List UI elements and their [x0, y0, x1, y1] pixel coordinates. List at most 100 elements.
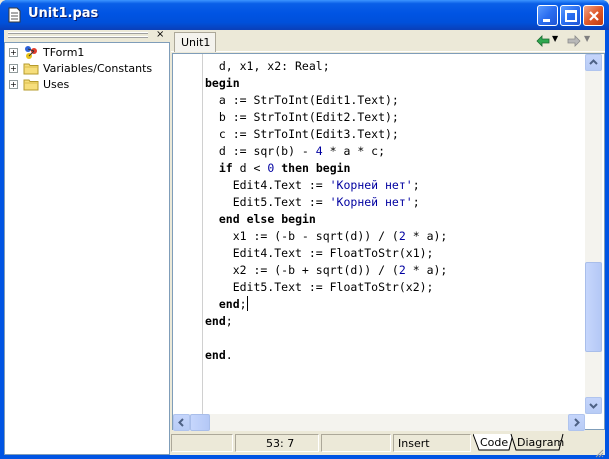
expand-icon[interactable]: +	[9, 64, 18, 73]
minimize-button[interactable]	[537, 5, 558, 26]
maximize-button[interactable]	[560, 5, 581, 26]
code-line[interactable]: x2 := (-b + sqrt(d)) / (2 * a);	[205, 262, 448, 279]
explorer-close-icon[interactable]: ×	[156, 30, 164, 40]
title-bar[interactable]: Unit1.pas	[0, 0, 609, 30]
horizontal-scrollbar[interactable]	[173, 414, 585, 431]
code-token: ;	[225, 314, 233, 328]
window-title: Unit1.pas	[28, 6, 99, 21]
expand-icon[interactable]: +	[9, 80, 18, 89]
vertical-scrollbar[interactable]	[585, 54, 602, 414]
keyword-token: then	[281, 161, 309, 175]
explorer-header[interactable]: ×	[4, 30, 170, 42]
tab-unit1[interactable]: Unit1	[174, 32, 216, 52]
code-line[interactable]: Edit5.Text := FloatToStr(x2);	[205, 279, 434, 296]
tree-item-variables-constants[interactable]: + Variables/Constants	[7, 61, 167, 77]
code-token: b := StrToInt(Edit2.Text);	[205, 110, 399, 124]
code-line[interactable]: end;	[205, 313, 233, 330]
code-token: d <	[232, 161, 268, 175]
editor-gutter[interactable]	[173, 54, 201, 414]
chevron-down-icon	[589, 403, 598, 409]
insert-mode: Insert	[398, 437, 430, 450]
code-area[interactable]: d, x1, x2: Real; begin a := StrToInt(Edit…	[205, 58, 585, 412]
code-editor[interactable]: d, x1, x2: Real; begin a := StrToInt(Edit…	[172, 53, 605, 431]
string-token: 'Корней нет'	[329, 195, 413, 209]
scroll-down-button[interactable]	[585, 397, 602, 414]
back-arrow-icon[interactable]	[536, 34, 550, 48]
forward-arrow-icon[interactable]	[567, 34, 581, 48]
tab-code[interactable]: Code	[480, 436, 508, 449]
code-token: d, x1, x2: Real;	[205, 59, 330, 73]
code-line[interactable]: Edit4.Text := 'Корней нет';	[205, 177, 420, 194]
code-token: * a);	[405, 263, 448, 277]
close-icon	[589, 11, 599, 21]
code-line[interactable]: end else begin	[205, 211, 316, 228]
scroll-right-button[interactable]	[568, 414, 585, 431]
maximize-icon	[565, 10, 577, 22]
keyword-token: else	[246, 212, 275, 226]
code-line[interactable]: Edit4.Text := FloatToStr(x1);	[205, 245, 434, 262]
status-panel-mode: Insert	[393, 434, 471, 452]
status-panel-modified	[171, 434, 233, 452]
keyword-token: end	[218, 297, 240, 311]
code-line[interactable]: c := StrToInt(Edit3.Text);	[205, 126, 399, 143]
string-token: 'Корней нет'	[329, 178, 413, 192]
code-token: .	[225, 348, 233, 362]
code-line[interactable]: end.	[205, 347, 233, 364]
folder-icon	[23, 79, 39, 91]
document-icon	[8, 7, 21, 23]
code-line[interactable]: d, x1, x2: Real;	[205, 58, 330, 75]
keyword-token: begin	[205, 76, 240, 90]
number-token: 2	[398, 263, 406, 277]
tab-diagram[interactable]: Diagram	[517, 436, 564, 449]
expand-icon[interactable]: +	[9, 48, 18, 57]
code-line[interactable]: x1 := (-b - sqrt(d)) / (2 * a);	[205, 228, 448, 245]
keyword-token: end	[205, 314, 226, 328]
code-token: x2 := (-b + sqrt(d)) / (	[205, 263, 399, 277]
code-token: Edit5.Text := FloatToStr(x2);	[205, 280, 434, 294]
number-token: 2	[398, 229, 406, 243]
keyword-token: begin	[315, 161, 351, 175]
tree-item-label: Uses	[43, 78, 70, 91]
ide-window: Unit1.pas × + TForm1 + Variables/Constan…	[0, 0, 609, 459]
keyword-token: end	[218, 212, 240, 226]
tree-item-uses[interactable]: + Uses	[7, 77, 167, 93]
form-icon	[25, 46, 37, 59]
number-token: 4	[315, 144, 323, 158]
keyword-token: end	[205, 348, 226, 362]
code-line[interactable]: if d < 0 then begin	[205, 160, 351, 177]
gutter-divider	[202, 54, 203, 414]
back-dropdown-icon[interactable]: ▼	[552, 34, 558, 43]
code-token: ;	[239, 297, 247, 311]
explorer-grip	[8, 32, 148, 34]
size-grip[interactable]	[595, 443, 604, 458]
status-bar: 53: 7 Insert Code Diagram	[171, 431, 605, 458]
code-line[interactable]: end;	[205, 296, 248, 313]
vertical-scroll-thumb[interactable]	[585, 262, 602, 352]
horizontal-scroll-thumb[interactable]	[190, 414, 210, 431]
code-token: a := StrToInt(Edit1.Text);	[205, 93, 399, 107]
forward-dropdown-icon[interactable]: ▼	[584, 34, 590, 43]
code-explorer-tree[interactable]: + TForm1 + Variables/Constants + Uses	[4, 42, 170, 455]
cursor-position: 53: 7	[266, 437, 295, 450]
tree-item-tform1[interactable]: + TForm1	[7, 45, 167, 61]
keyword-token: begin	[281, 212, 316, 226]
code-line[interactable]: begin	[205, 75, 240, 92]
close-button[interactable]	[583, 5, 604, 26]
code-line[interactable]: Edit5.Text := 'Корней нет';	[205, 194, 420, 211]
code-token: * a);	[405, 229, 448, 243]
code-line[interactable]: b := StrToInt(Edit2.Text);	[205, 109, 399, 126]
code-line[interactable]: d := sqr(b) - 4 * a * c;	[205, 143, 385, 160]
code-line[interactable]: a := StrToInt(Edit1.Text);	[205, 92, 399, 109]
code-token: ;	[412, 178, 420, 192]
tab-label: Unit1	[181, 36, 211, 49]
tree-item-label: Variables/Constants	[43, 62, 153, 75]
code-token: ;	[412, 195, 420, 209]
code-token: d := sqr(b) -	[205, 144, 316, 158]
scroll-up-button[interactable]	[585, 54, 602, 71]
status-panel-position: 53: 7	[235, 434, 319, 452]
scroll-left-button[interactable]	[173, 414, 190, 431]
status-panel-blank	[321, 434, 391, 452]
